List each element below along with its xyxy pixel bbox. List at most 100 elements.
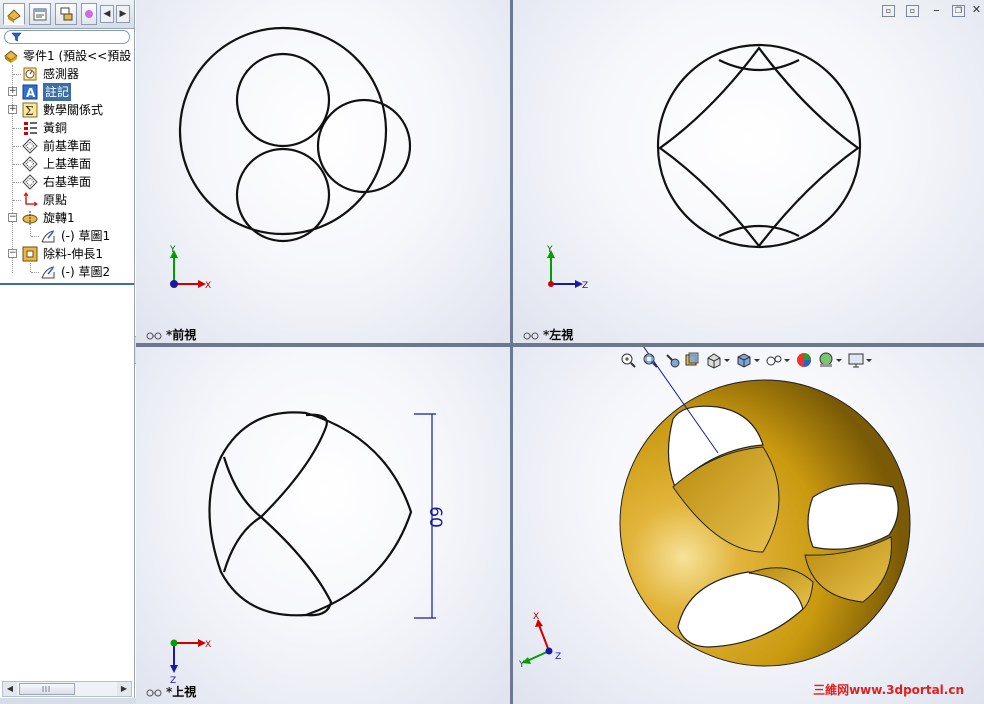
previous-view-icon[interactable] [663,351,681,369]
plane-icon [22,138,38,154]
dimxpert-icon [85,10,93,18]
axis-y-label: Y [546,245,553,255]
configuration-manager-tab[interactable] [55,3,77,25]
tree-guide-line [30,227,31,236]
feature-manager-panel: ◀ ▶ 零件1 (預設<<預設 感測器 + A 註記 + Σ 數學關係式 黃銅 … [0,0,140,704]
model-tabs-strip[interactable] [0,698,140,704]
hole-intersection-curve [718,59,800,72]
hole-intersection-curve [222,413,328,519]
dropdown-arrow-icon[interactable] [723,351,731,369]
axis-y-label: Y [169,245,176,255]
viewport-title-text: *前視 [166,328,197,342]
left-view-drawing: Y Z [546,43,862,291]
extrude-cut-icon [22,246,38,262]
viewport-window-controls: ▫ ▫ – ❐ ✕ [882,4,981,19]
view-settings-icon[interactable] [847,351,865,369]
zoom-to-area-icon[interactable] [641,351,659,369]
edit-appearance-icon[interactable] [795,351,813,369]
part-icon [4,50,18,63]
display-style-icon[interactable] [735,351,753,369]
tree-guide-line [13,146,21,147]
sketch-icon [41,230,55,243]
viewport-top[interactable]: 60 X Z *上視 [136,347,510,704]
axis-x-label: X [205,281,211,291]
top-view-drawing: 60 X Z [170,411,445,686]
isometric-view-drawing: X Y Z [518,347,911,670]
plane-icon [22,156,38,172]
tree-item-label: 原點 [43,193,68,207]
hole-intersection-curve [718,224,800,237]
tree-horizontal-scrollbar[interactable]: ◀ ▶ [2,681,132,697]
viewport-title: *前視 [146,326,196,343]
section-view-icon[interactable] [683,351,701,369]
expand-toggle[interactable]: + [8,87,17,96]
single-view-button[interactable]: ▫ [906,5,919,17]
expand-toggle[interactable]: + [8,105,17,114]
configuration-icon [60,7,73,21]
tree-guide-line [30,263,31,272]
tree-root-label: 零件1 (預設<<預設 [23,49,132,63]
collapse-toggle[interactable]: − [8,249,17,258]
tree-item-label-selected: 註記 [43,83,72,101]
view-orientation-icon[interactable] [705,351,723,369]
dropdown-arrow-icon[interactable] [865,351,873,369]
origin-icon [23,192,38,207]
tree-item-label: 上基準面 [43,157,92,171]
hole-intersection-curve [658,46,860,248]
tree-guide-line [12,65,13,273]
dimension-value[interactable]: 60 [425,506,445,528]
tree-item-label: (-) 草圖2 [61,265,111,279]
close-button[interactable]: ✕ [970,4,983,17]
sphere-outline [208,411,413,617]
watermark: 三維网www.3dportal.cn [813,683,964,697]
apply-scene-icon[interactable] [817,351,835,369]
plane-icon [22,174,38,190]
scroll-left-button[interactable]: ◀ [3,682,17,696]
material-icon [24,122,37,135]
dropdown-arrow-icon[interactable] [753,351,761,369]
dropdown-arrow-icon[interactable] [835,351,843,369]
axis-triad [170,250,206,288]
property-manager-tab[interactable] [29,3,51,25]
tab-scroll-right-button[interactable]: ▶ [116,5,130,23]
feature-manager-tab[interactable] [3,3,25,25]
dimxpert-tab[interactable] [81,3,97,25]
tree-filter-input[interactable] [4,30,130,44]
hide-show-items-icon[interactable] [765,351,783,369]
viewport-left[interactable]: Y Z ▫ ▫ – ❐ ✕ *左視 [513,0,984,343]
svg-text:A: A [26,86,36,100]
zoom-to-fit-icon[interactable] [619,351,637,369]
view-glasses-icon [523,332,539,339]
link-views-button[interactable]: ▫ [882,5,895,17]
collapse-toggle[interactable]: − [8,213,17,222]
axis-triad [522,619,553,664]
svg-text:Σ: Σ [25,104,33,118]
hole-outline [235,52,331,148]
tree-guide-line [13,164,21,165]
minimize-button[interactable]: – [930,4,943,17]
tab-scroll-left-button[interactable]: ◀ [100,5,114,23]
sensor-icon [23,67,37,81]
feature-tree-icon [7,9,21,23]
axis-triad [547,250,583,288]
tree-item-label: (-) 草圖1 [61,229,111,243]
hole-outline [235,147,331,243]
part-ball-solid[interactable] [619,379,911,667]
axis-y-label: Y [518,660,525,670]
scroll-thumb[interactable] [19,683,75,695]
viewport-front[interactable]: Y X *前視 [136,0,510,343]
dropdown-arrow-icon[interactable] [783,351,791,369]
axis-x-label: X [205,640,211,650]
tree-item-label: 除料-伸長1 [43,247,103,261]
rollback-bar[interactable] [0,283,134,285]
viewport-isometric[interactable]: X Y Z 三維网www.3dportal.cn [513,347,984,704]
tree-guide-line [13,128,21,129]
revolve-icon [22,211,38,225]
tree-guide-line [31,236,39,237]
hole-intersection-curve [222,515,333,617]
scroll-right-button[interactable]: ▶ [117,682,131,696]
axis-x-label: X [533,612,539,622]
restore-button[interactable]: ❐ [952,5,965,17]
property-manager-icon [33,8,47,21]
tree-guide-line [13,74,21,75]
